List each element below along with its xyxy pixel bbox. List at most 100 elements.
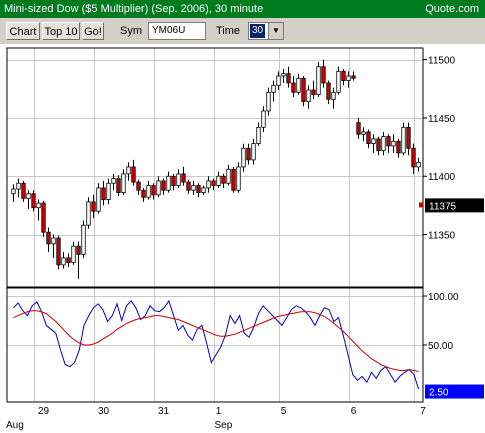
toolbar: Chart Top 10 Go! Sym YM06U Time 30 ▼: [0, 18, 485, 45]
candle-body: [356, 122, 361, 135]
top10-button[interactable]: Top 10: [42, 22, 80, 40]
candle-body: [406, 126, 411, 149]
candle-body: [276, 75, 281, 86]
candle-body: [141, 189, 146, 198]
candle-body: [331, 91, 336, 100]
candle: [31, 190, 36, 212]
title-bar: Mini-sized Dow ($5 Multiplier) (Sep. 200…: [0, 0, 485, 18]
candle-body: [116, 178, 121, 193]
candle-body: [76, 245, 81, 255]
candle-body: [286, 73, 291, 84]
date-tick-label: 5: [281, 406, 287, 417]
chart-button[interactable]: Chart: [6, 22, 40, 40]
candle: [41, 200, 46, 237]
candle-body: [371, 138, 376, 144]
candle-body: [361, 131, 366, 135]
candle-body: [301, 77, 306, 103]
candle-body: [306, 89, 311, 103]
site-label: Quote.com: [425, 3, 479, 15]
candle: [86, 197, 91, 229]
candle-body: [311, 89, 316, 96]
candle-body: [26, 193, 31, 199]
candle: [116, 175, 121, 197]
candle-body: [401, 126, 406, 154]
date-tick-label: 30: [98, 406, 110, 417]
candle-body: [376, 138, 381, 151]
chart-area: 11500 11450 11400 11350 11375 100.00 50.00 2.5…: [0, 44, 485, 433]
last-price-value: 11375: [429, 201, 457, 212]
candle-body: [136, 181, 141, 191]
month-label: Aug: [6, 420, 24, 431]
candle-body: [156, 180, 161, 196]
candle-body: [321, 66, 326, 84]
candle: [301, 75, 306, 107]
symbol-input[interactable]: YM06U: [148, 22, 206, 40]
candle-body: [176, 173, 181, 186]
candle-body: [241, 147, 246, 168]
candle-body: [396, 140, 401, 154]
candle-body: [166, 175, 171, 191]
price-tick-label: 11350: [428, 231, 456, 242]
candle-body: [326, 82, 331, 100]
dropdown-arrow-icon[interactable]: ▼: [268, 23, 283, 39]
time-label: Time: [216, 25, 241, 37]
candle-body: [161, 180, 166, 191]
candle-body: [196, 185, 201, 193]
candle-body: [96, 187, 101, 212]
time-interval-select[interactable]: 30 ▼: [248, 22, 284, 40]
candle-body: [66, 257, 71, 263]
candle-body: [101, 187, 106, 200]
candle-body: [411, 147, 416, 168]
candle-body: [201, 187, 206, 193]
chart-background: [0, 44, 485, 433]
date-tick-label: 7: [420, 406, 426, 417]
candle-body: [281, 73, 286, 77]
date-tick-label: 6: [351, 406, 357, 417]
candle-body: [91, 201, 96, 212]
candle-body: [181, 173, 186, 183]
price-tick-label: 11400: [428, 172, 456, 183]
candle-body: [121, 173, 126, 193]
candle-body: [31, 193, 36, 209]
oscillator-tick-label: 50.00: [428, 341, 453, 352]
candle-body: [36, 202, 41, 209]
candle-body: [296, 77, 301, 93]
candle-body: [266, 91, 271, 112]
candle: [236, 162, 241, 193]
candle: [81, 220, 86, 258]
candle: [316, 61, 321, 97]
candle-body: [216, 175, 221, 186]
candle-body: [236, 166, 241, 191]
date-tick-label: 1: [216, 406, 222, 417]
oscillator-tick-label: 100.00: [428, 292, 459, 303]
go-button[interactable]: Go!: [82, 22, 104, 40]
candle-body: [126, 166, 131, 175]
candle: [21, 180, 26, 202]
candle-body: [56, 237, 61, 266]
price-tick-label: 11500: [428, 56, 456, 67]
candle-body: [51, 237, 56, 245]
candle-body: [251, 143, 256, 161]
date-tick-label: 31: [158, 406, 170, 417]
candle-body: [46, 231, 51, 245]
candle-body: [11, 188, 16, 195]
price-tick-label: 11450: [428, 114, 456, 125]
candle-body: [211, 180, 216, 186]
last-price-marker: [419, 202, 423, 208]
candle-body: [366, 131, 371, 144]
sym-label: Sym: [120, 25, 142, 37]
window-title: Mini-sized Dow ($5 Multiplier) (Sep. 200…: [4, 3, 264, 15]
date-tick-label: 29: [38, 406, 50, 417]
candle-body: [341, 70, 346, 82]
time-interval-value: 30: [250, 24, 266, 38]
candle-body: [146, 185, 151, 198]
candle-body: [226, 168, 231, 184]
candle: [231, 166, 236, 193]
candle-body: [111, 178, 116, 184]
candle-body: [21, 182, 26, 199]
month-label: Sep: [215, 420, 233, 431]
candle-body: [336, 70, 341, 93]
candle-body: [231, 168, 236, 191]
app-window: Mini-sized Dow ($5 Multiplier) (Sep. 200…: [0, 0, 485, 433]
candle-body: [316, 66, 321, 96]
